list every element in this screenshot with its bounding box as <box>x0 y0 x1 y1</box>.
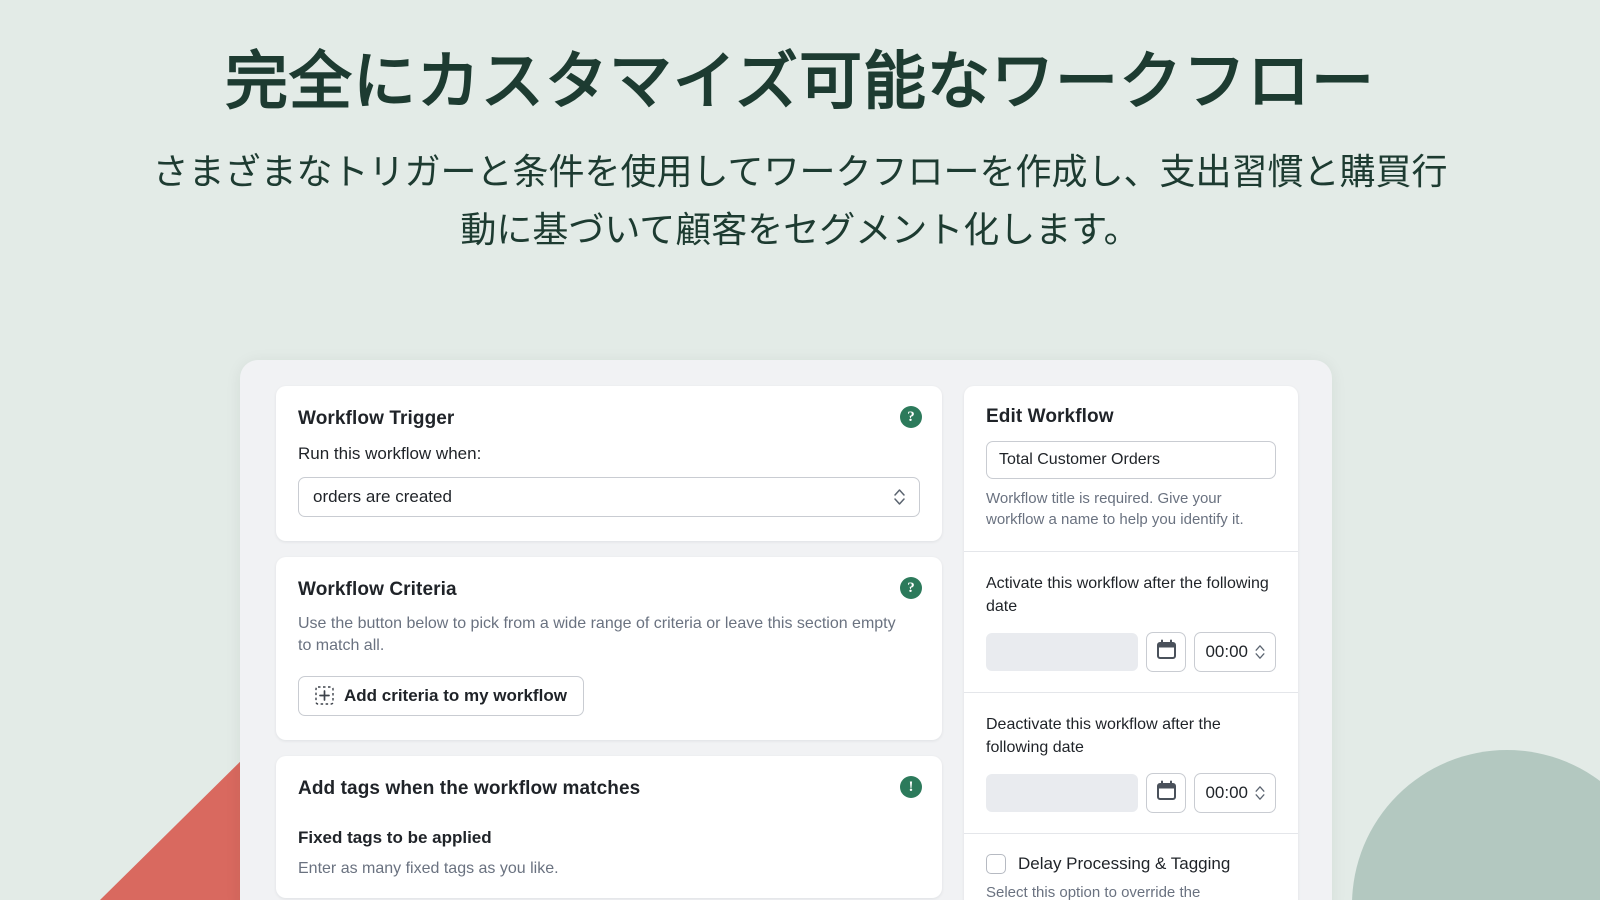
delay-processing-checkbox[interactable] <box>986 854 1006 875</box>
activate-date-row: 00:00 <box>986 631 1276 672</box>
delay-processing-help: Select this option to override the <box>986 884 1201 900</box>
calendar-icon <box>1156 780 1177 806</box>
fixed-tags-description: Enter as many fixed tags as you like. <box>298 859 559 877</box>
delay-processing-label: Delay Processing & Tagging <box>1018 854 1231 874</box>
deactivate-date-row: 00:00 <box>986 773 1276 814</box>
workflow-criteria-card: ? Workflow Criteria Use the button below… <box>276 557 942 740</box>
chevron-updown-icon <box>1255 645 1265 659</box>
help-icon[interactable]: ? <box>900 577 922 599</box>
add-criteria-button-label: Add criteria to my workflow <box>344 685 567 705</box>
edit-workflow-title: Edit Workflow <box>986 406 1114 427</box>
delay-processing-section: Delay Processing & Tagging Select this o… <box>964 834 1298 900</box>
trigger-select-value: orders are created <box>313 487 452 506</box>
deactivate-time-stepper[interactable]: 00:00 <box>1194 773 1276 814</box>
dashed-plus-icon <box>315 686 334 705</box>
chevron-updown-icon <box>894 489 905 505</box>
deactivate-date-label: Deactivate this workflow after the follo… <box>986 715 1221 757</box>
deactivate-date-section: Deactivate this workflow after the follo… <box>964 693 1298 835</box>
deactivate-date-input[interactable] <box>986 774 1139 813</box>
right-column: Edit Workflow Workflow title is required… <box>964 386 1298 900</box>
delay-processing-row[interactable]: Delay Processing & Tagging <box>986 854 1276 875</box>
workflow-editor-panel: ? Workflow Trigger Run this workflow whe… <box>240 360 1332 900</box>
workflow-title-input[interactable] <box>986 441 1276 479</box>
warning-icon[interactable]: ! <box>900 775 922 798</box>
help-icon[interactable]: ? <box>900 406 922 428</box>
deactivate-calendar-button[interactable] <box>1146 773 1187 814</box>
edit-workflow-panel: Edit Workflow Workflow title is required… <box>964 386 1298 900</box>
add-criteria-button[interactable]: Add criteria to my workflow <box>298 675 584 716</box>
activate-date-input[interactable] <box>986 632 1139 671</box>
activate-calendar-button[interactable] <box>1146 631 1187 672</box>
activate-date-section: Activate this workflow after the followi… <box>964 552 1298 693</box>
green-circle-decoration <box>1352 750 1600 900</box>
trigger-select[interactable]: orders are created <box>298 477 920 517</box>
page-subtitle: さまざまなトリガーと条件を使用してワークフローを作成し、支出習慣と購買行動に基づ… <box>152 150 1448 250</box>
add-tags-card: ! Add tags when the workflow matches Fix… <box>276 755 942 899</box>
add-tags-title: Add tags when the workflow matches <box>298 777 641 799</box>
criteria-description: Use the button below to pick from a wide… <box>298 615 896 655</box>
activate-date-label: Activate this workflow after the followi… <box>986 574 1269 615</box>
workflow-title-help: Workflow title is required. Give your wo… <box>986 490 1244 529</box>
workflow-trigger-title: Workflow Trigger <box>298 408 455 429</box>
activate-time-value: 00:00 <box>1205 641 1248 661</box>
deactivate-time-value: 00:00 <box>1205 783 1248 803</box>
chevron-updown-icon <box>1255 786 1265 801</box>
calendar-icon <box>1156 639 1177 665</box>
fixed-tags-subhead: Fixed tags to be applied <box>298 827 492 847</box>
trigger-field-label: Run this workflow when: <box>298 444 482 463</box>
red-triangle-decoration <box>100 747 255 900</box>
hero-section: 完全にカスタマイズ可能なワークフロー さまざまなトリガーと条件を使用してワークフ… <box>0 0 1600 259</box>
edit-workflow-section: Edit Workflow Workflow title is required… <box>964 386 1298 552</box>
activate-time-stepper[interactable]: 00:00 <box>1194 631 1276 672</box>
workflow-criteria-title: Workflow Criteria <box>298 579 457 600</box>
page-title: 完全にカスタマイズ可能なワークフロー <box>224 47 1376 117</box>
workflow-trigger-card: ? Workflow Trigger Run this workflow whe… <box>276 386 942 541</box>
left-column: ? Workflow Trigger Run this workflow whe… <box>276 386 942 900</box>
